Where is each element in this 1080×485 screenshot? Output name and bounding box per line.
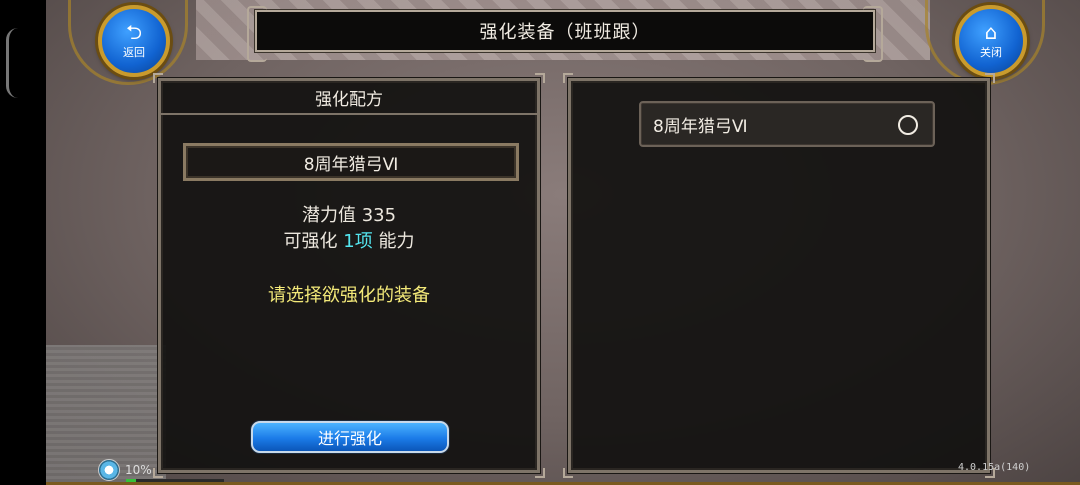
loading-globe-icon <box>98 459 120 481</box>
potential-label: 潜力值 <box>301 205 356 226</box>
enhanceable-line: 可强化 1项 能力 <box>161 229 537 255</box>
close-button-label: 关闭 <box>980 46 1002 59</box>
enhanceable-suffix: 能力 <box>378 231 415 252</box>
potential-line: 潜力值 335 <box>161 203 537 229</box>
window-title-bar: 强化装备（班班跟） <box>247 6 883 62</box>
recipe-panel-title: 强化配方 <box>315 89 383 110</box>
item-stats: 潜力值 335 可强化 1项 能力 <box>161 203 537 255</box>
panel-corner <box>563 468 573 478</box>
recipe-panel: 强化配方 8周年猎弓Ⅵ 潜力值 335 可强化 1项 能力 请选择欲强化的装备 … <box>153 73 545 478</box>
panel-corner <box>535 73 545 83</box>
panel-corner <box>535 468 545 478</box>
enhanceable-count: 1项 <box>343 231 373 252</box>
recipe-panel-header: 强化配方 <box>161 81 537 115</box>
loading-progress-fill <box>126 479 136 482</box>
select-equipment-hint: 请选择欲强化的装备 <box>268 285 430 306</box>
panel-corner <box>985 73 995 83</box>
return-arrow-icon: ⮌ <box>125 20 143 44</box>
equipment-item-name: 8周年猎弓Ⅵ <box>653 116 748 137</box>
window-title: 强化装备（班班跟） <box>479 22 651 43</box>
close-button[interactable]: ⌂ 关闭 <box>955 5 1027 77</box>
selected-item-slot[interactable]: 8周年猎弓Ⅵ <box>183 143 519 181</box>
version-label: 4.0.15a(140) <box>958 462 1031 473</box>
panel-corner <box>153 73 163 83</box>
panel-corner <box>563 73 573 83</box>
equipment-list-item[interactable]: 8周年猎弓Ⅵ <box>639 101 935 147</box>
enhance-button-label: 进行强化 <box>317 429 382 448</box>
equipment-list-panel: 8周年猎弓Ⅵ <box>563 73 995 478</box>
selected-item-name: 8周年猎弓Ⅵ <box>303 154 399 175</box>
potential-value: 335 <box>361 205 397 226</box>
home-icon: ⌂ <box>984 20 998 44</box>
device-edge <box>0 0 46 485</box>
loading-progress-bar <box>126 479 224 482</box>
back-button[interactable]: ⮌ 返回 <box>98 5 170 77</box>
radio-button-icon[interactable] <box>898 115 918 135</box>
enhance-button[interactable]: 进行强化 <box>251 421 449 453</box>
enhanceable-prefix: 可强化 <box>283 231 338 252</box>
loading-percent: 10% <box>125 463 152 477</box>
back-button-label: 返回 <box>123 46 145 59</box>
device-bezel-curve <box>6 28 22 98</box>
